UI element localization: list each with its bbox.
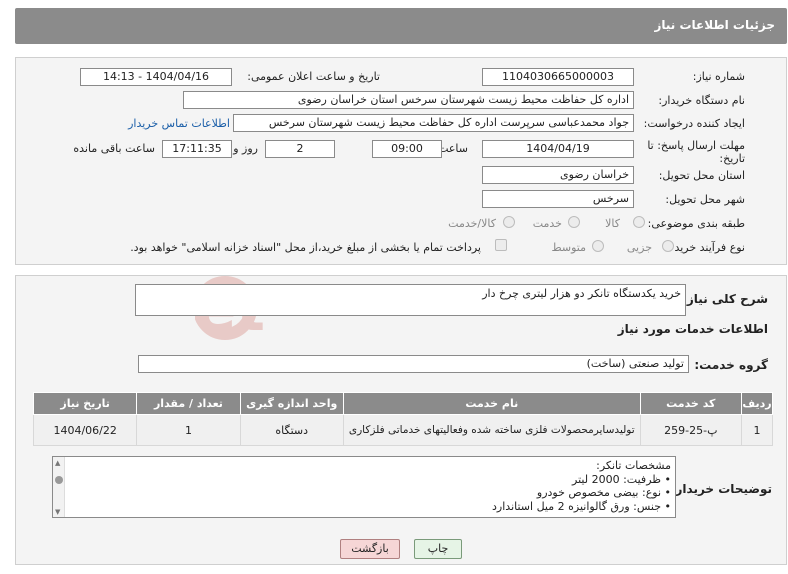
service-group-field: تولید صنعتی (ساخت) [138,355,689,373]
summary-label: شرح کلی نیاز: [682,292,768,306]
category-label: طبقه بندی موضوعی: [647,217,745,230]
buyer-notes-field[interactable]: مشخصات تانکر: • ظرفیت: 2000 لیتر • نوع: … [52,456,676,518]
col-header-row: ردیف [740,392,774,415]
col-header-code: کد خدمت [639,392,742,415]
cell-unit: دستگاه [239,414,344,446]
cell-date: 1404/06/22 [32,414,138,446]
announce-label: تاریخ و ساعت اعلان عمومی: [247,70,380,83]
deadline-time-field: 09:00 [372,140,442,158]
need-number-label: شماره نیاز: [692,70,745,83]
deadline-days-label: روز و [233,142,258,155]
services-title: اطلاعات خدمات مورد نیاز [617,322,768,336]
city-field: سرخس [482,190,634,208]
province-label: استان محل تحویل: [658,169,745,182]
back-button[interactable]: بازگشت [340,539,400,559]
category-radio-service[interactable] [568,216,580,228]
remaining-time-field: 17:11:35 [162,140,232,158]
page-header: جزئیات اطلاعات نیاز [15,8,787,44]
scroll-down-icon[interactable]: ▼ [55,506,60,517]
col-header-unit: واحد اندازه گیری [239,392,344,415]
process-label: نوع فرآیند خرید : [667,241,745,254]
process-option-partial: جزیی [626,241,652,254]
deadline-label: مهلت ارسال پاسخ: تا [647,139,745,152]
treasury-payment-checkbox[interactable] [495,239,507,251]
buyer-notes-line: • جنس: ورق گالوانیزه 2 میل استاندارد [492,499,671,513]
col-header-date: تاریخ نیاز [32,392,138,415]
deadline-days-field: 2 [265,140,335,158]
buyer-notes-line: • ظرفیت: 2000 لیتر [572,472,671,486]
creator-label: ایجاد کننده درخواست: [643,117,745,130]
deadline-label-date: تاریخ: [719,152,745,165]
city-label: شهر محل تحویل: [665,193,745,206]
process-radio-partial[interactable] [662,240,674,252]
category-option-goods-service: کالا/خدمت [448,217,496,230]
process-radio-medium[interactable] [592,240,604,252]
buyer-org-label: نام دستگاه خریدار: [658,94,745,107]
process-option-medium: متوسط [551,241,586,254]
page-title: جزئیات اطلاعات نیاز [654,18,775,32]
col-header-qty: تعداد / مقدار [136,392,241,415]
scroll-thumb[interactable] [55,476,63,484]
col-header-name: نام خدمت [342,392,641,415]
cell-name: تولیدسایرمحصولات فلزی ساخته شده وفعالیته… [342,414,641,446]
summary-field: خرید یکدستگاه تانکر دو هزار لیتری چرخ دا… [135,284,686,316]
cell-qty: 1 [136,414,241,446]
deadline-time-label: ساعت [438,142,468,155]
buyer-notes-label: توضیحات خریدار: [670,482,772,496]
cell-row: 1 [740,414,774,446]
category-option-goods: کالا [605,217,620,230]
cell-code: پ-25-259 [639,414,742,446]
service-group-label: گروه خدمت: [694,358,768,372]
category-radio-goods-service[interactable] [503,216,515,228]
table-row: 1 پ-25-259 تولیدسایرمحصولات فلزی ساخته ش… [32,414,774,446]
announce-field: 1404/04/16 - 14:13 [80,68,232,86]
category-option-service: خدمت [532,217,562,230]
deadline-date-field: 1404/04/19 [482,140,634,158]
need-number-field: 1104030665000003 [482,68,634,86]
remaining-time-label: ساعت باقی مانده [73,142,155,155]
buyer-notes-line: مشخصات تانکر: [596,459,671,472]
services-table: ردیف کد خدمت نام خدمت واحد اندازه گیری ت… [32,392,774,446]
buyer-org-field: اداره کل حفاظت محیط زیست شهرستان سرخس اس… [183,91,634,109]
province-field: خراسان رضوی [482,166,634,184]
buyer-contact-link[interactable]: اطلاعات تماس خریدار [128,117,230,130]
print-button[interactable]: چاپ [414,539,462,559]
creator-field: جواد محمدعباسی سرپرست اداره کل حفاظت محی… [233,114,634,132]
treasury-payment-note: پرداخت تمام یا بخشی از مبلغ خرید،از محل … [130,241,481,254]
category-radio-goods[interactable] [633,216,645,228]
need-info-panel [15,57,787,265]
scroll-up-icon[interactable]: ▲ [55,457,60,471]
notes-scrollbar[interactable]: ▲ ▼ [53,457,65,517]
buyer-notes-line: • نوع: بیضی مخصوص خودرو [536,486,671,499]
